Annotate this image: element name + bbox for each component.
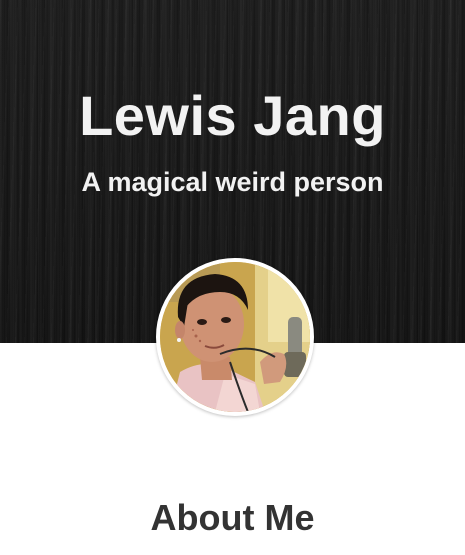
- profile-name: Lewis Jang: [79, 84, 386, 147]
- avatar: [156, 258, 314, 416]
- profile-tagline: A magical weird person: [81, 167, 384, 197]
- avatar-photo: [160, 262, 310, 412]
- about-me-heading: About Me: [150, 497, 315, 538]
